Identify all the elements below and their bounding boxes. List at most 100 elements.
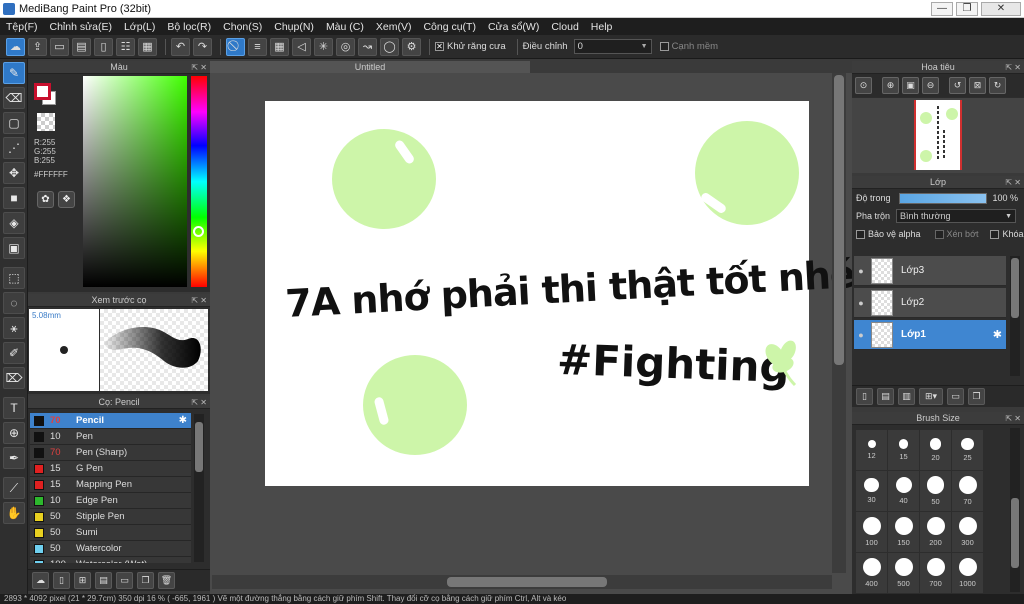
blend-mode-select[interactable]: Bình thường ▼ xyxy=(896,209,1017,223)
panel-buttons[interactable]: ⇱ ✕ xyxy=(1005,176,1021,189)
select-pen-tool-icon[interactable]: ✐ xyxy=(3,342,25,364)
foreground-color-swatch[interactable] xyxy=(34,83,51,100)
scrollbar-thumb[interactable] xyxy=(1011,498,1019,568)
rotate-left-icon[interactable]: ↺ xyxy=(949,77,966,94)
lasso-tool-icon[interactable]: ◌ xyxy=(3,292,25,314)
new-halftone-layer-icon[interactable]: ▤ xyxy=(877,388,894,405)
saturation-value-square[interactable] xyxy=(83,76,187,287)
brush-size-option[interactable]: 200 xyxy=(920,512,951,552)
scrollbar-thumb[interactable] xyxy=(195,422,203,472)
scrollbar-thumb[interactable] xyxy=(1011,258,1019,318)
clipping-checkbox[interactable] xyxy=(934,229,944,239)
snap-off-icon[interactable]: ⃠ xyxy=(226,37,245,56)
brush-tool-icon[interactable]: ✎ xyxy=(3,62,25,84)
brush-size-option[interactable]: 70 xyxy=(952,471,983,511)
gear-icon[interactable]: ✱ xyxy=(993,328,1002,341)
brush-size-option[interactable]: 30 xyxy=(856,471,887,511)
menu-cloud[interactable]: Cloud xyxy=(545,21,584,33)
panel-buttons[interactable]: ⇱ ✕ xyxy=(191,294,207,307)
eye-icon[interactable]: ● xyxy=(854,298,868,308)
menu-help[interactable]: Help xyxy=(585,21,619,33)
duplicate-layer-icon[interactable]: ❐ xyxy=(968,388,985,405)
panel-buttons[interactable]: ⇱ ✕ xyxy=(1005,412,1021,425)
menu-window[interactable]: Cửa sổ(W) xyxy=(482,21,545,33)
gear-icon[interactable]: ✱ xyxy=(179,415,187,426)
canvas-vertical-scrollbar[interactable] xyxy=(832,73,846,573)
pen-tool-icon[interactable]: ✒ xyxy=(3,447,25,469)
brush-size-option[interactable]: 100 xyxy=(856,512,887,552)
menu-color[interactable]: Màu (C) xyxy=(320,21,370,33)
layer-list-scrollbar[interactable] xyxy=(1010,256,1020,376)
snap-settings-icon[interactable]: ⚙ xyxy=(402,37,421,56)
comment-icon[interactable]: ▭ xyxy=(50,37,69,56)
eyedropper-tool-icon[interactable]: ⟋ xyxy=(3,477,25,499)
brush-size-option[interactable]: 400 xyxy=(856,553,887,593)
eye-icon[interactable]: ● xyxy=(854,266,868,276)
menu-filter[interactable]: Bộ lọc(R) xyxy=(161,21,217,33)
layer-item[interactable]: ● Lớp1 ✱ xyxy=(854,320,1006,350)
brush-item[interactable]: 15 Mapping Pen xyxy=(30,477,191,493)
grid-snap-icon[interactable]: ▦ xyxy=(270,37,289,56)
menu-layer[interactable]: Lớp(L) xyxy=(118,21,161,33)
brush-item[interactable]: 50 Stipple Pen xyxy=(30,509,191,525)
actual-size-icon[interactable]: ▣ xyxy=(902,77,919,94)
page-icon[interactable]: ▯ xyxy=(94,37,113,56)
hue-slider[interactable] xyxy=(191,76,207,287)
reset-rotation-icon[interactable]: ⊠ xyxy=(969,77,986,94)
brush-size-option[interactable]: 150 xyxy=(888,512,919,552)
delete-brush-icon[interactable]: 🗑 xyxy=(158,572,175,589)
circle-snap-icon[interactable]: ◎ xyxy=(336,37,355,56)
menu-file[interactable]: Tệp(F) xyxy=(0,21,44,33)
panel-buttons[interactable]: ⇱ ✕ xyxy=(191,61,207,74)
select-rect-tool-icon[interactable]: ⬚ xyxy=(3,267,25,289)
soft-edge-checkbox[interactable] xyxy=(659,42,669,51)
brush-size-option[interactable]: 50 xyxy=(920,471,951,511)
soft-edge-option[interactable]: Cạnh mềm xyxy=(659,41,718,52)
brush-item[interactable]: 10 Edge Pen xyxy=(30,493,191,509)
lock-checkbox[interactable] xyxy=(990,229,1000,239)
opacity-slider[interactable] xyxy=(898,192,987,204)
brush-size-option[interactable]: 1000 xyxy=(952,553,983,593)
dot-tool-icon[interactable]: ⋰ xyxy=(3,137,25,159)
gradient-tool-icon[interactable]: ▣ xyxy=(3,237,25,259)
layer-item[interactable]: ● Lớp3 xyxy=(854,256,1006,286)
brush-size-option[interactable]: 300 xyxy=(952,512,983,552)
radial-snap-icon[interactable]: ✳ xyxy=(314,37,333,56)
navigator-thumbnail[interactable] xyxy=(914,100,962,170)
brush-item[interactable]: 15 G Pen xyxy=(30,461,191,477)
cloud-icon[interactable]: ☁ xyxy=(6,37,25,56)
new-brush-icon[interactable]: ▯ xyxy=(53,572,70,589)
ellipse-snap-icon[interactable]: ◯ xyxy=(380,37,399,56)
brush-item[interactable]: 70 Pen (Sharp) xyxy=(30,445,191,461)
brush-size-option[interactable]: 20 xyxy=(920,430,951,470)
menu-tools[interactable]: Công cụ(T) xyxy=(417,21,482,33)
frame-tool-icon[interactable]: ⊕ xyxy=(3,422,25,444)
rotate-right-icon[interactable]: ↻ xyxy=(989,77,1006,94)
brush-size-option[interactable]: 15 xyxy=(888,430,919,470)
bucket-tool-icon[interactable]: ◈ xyxy=(3,212,25,234)
transparent-color-swatch[interactable] xyxy=(37,113,55,131)
protect-alpha-checkbox[interactable] xyxy=(856,229,865,239)
palette-icon[interactable]: ✿ xyxy=(37,191,54,208)
rectangle-tool-icon[interactable]: ▢ xyxy=(3,112,25,134)
color-picker-icon[interactable]: ❖ xyxy=(58,191,75,208)
redo-icon[interactable]: ↷ xyxy=(193,37,212,56)
layer-item[interactable]: ● Lớp2 xyxy=(854,288,1006,318)
brush-list-scrollbar[interactable] xyxy=(194,414,204,562)
zoom-in-icon[interactable]: ⊕ xyxy=(882,77,899,94)
move-tool-icon[interactable]: ✥ xyxy=(3,162,25,184)
copy-brush-icon[interactable]: ❐ xyxy=(137,572,154,589)
brush-cloud-icon[interactable]: ☁ xyxy=(32,572,49,589)
brush-settings-icon[interactable]: ▤ xyxy=(95,572,112,589)
scrollbar-thumb[interactable] xyxy=(834,75,844,365)
new-8bit-layer-icon[interactable]: ▥ xyxy=(898,388,915,405)
hand-tool-icon[interactable]: ✋ xyxy=(3,502,25,524)
add-brush-icon[interactable]: ⊞ xyxy=(74,572,91,589)
parallel-snap-icon[interactable]: ≡ xyxy=(248,37,267,56)
close-button[interactable]: ✕ xyxy=(981,1,1021,16)
brush-item[interactable]: 10 Pen xyxy=(30,429,191,445)
menu-select[interactable]: Chọn(S) xyxy=(217,21,268,33)
canvas-horizontal-scrollbar[interactable] xyxy=(212,575,832,589)
antialias-option[interactable]: ✕ Khử răng cưa xyxy=(435,41,506,52)
add-layer-menu-icon[interactable]: ⊞▾ xyxy=(919,388,943,405)
